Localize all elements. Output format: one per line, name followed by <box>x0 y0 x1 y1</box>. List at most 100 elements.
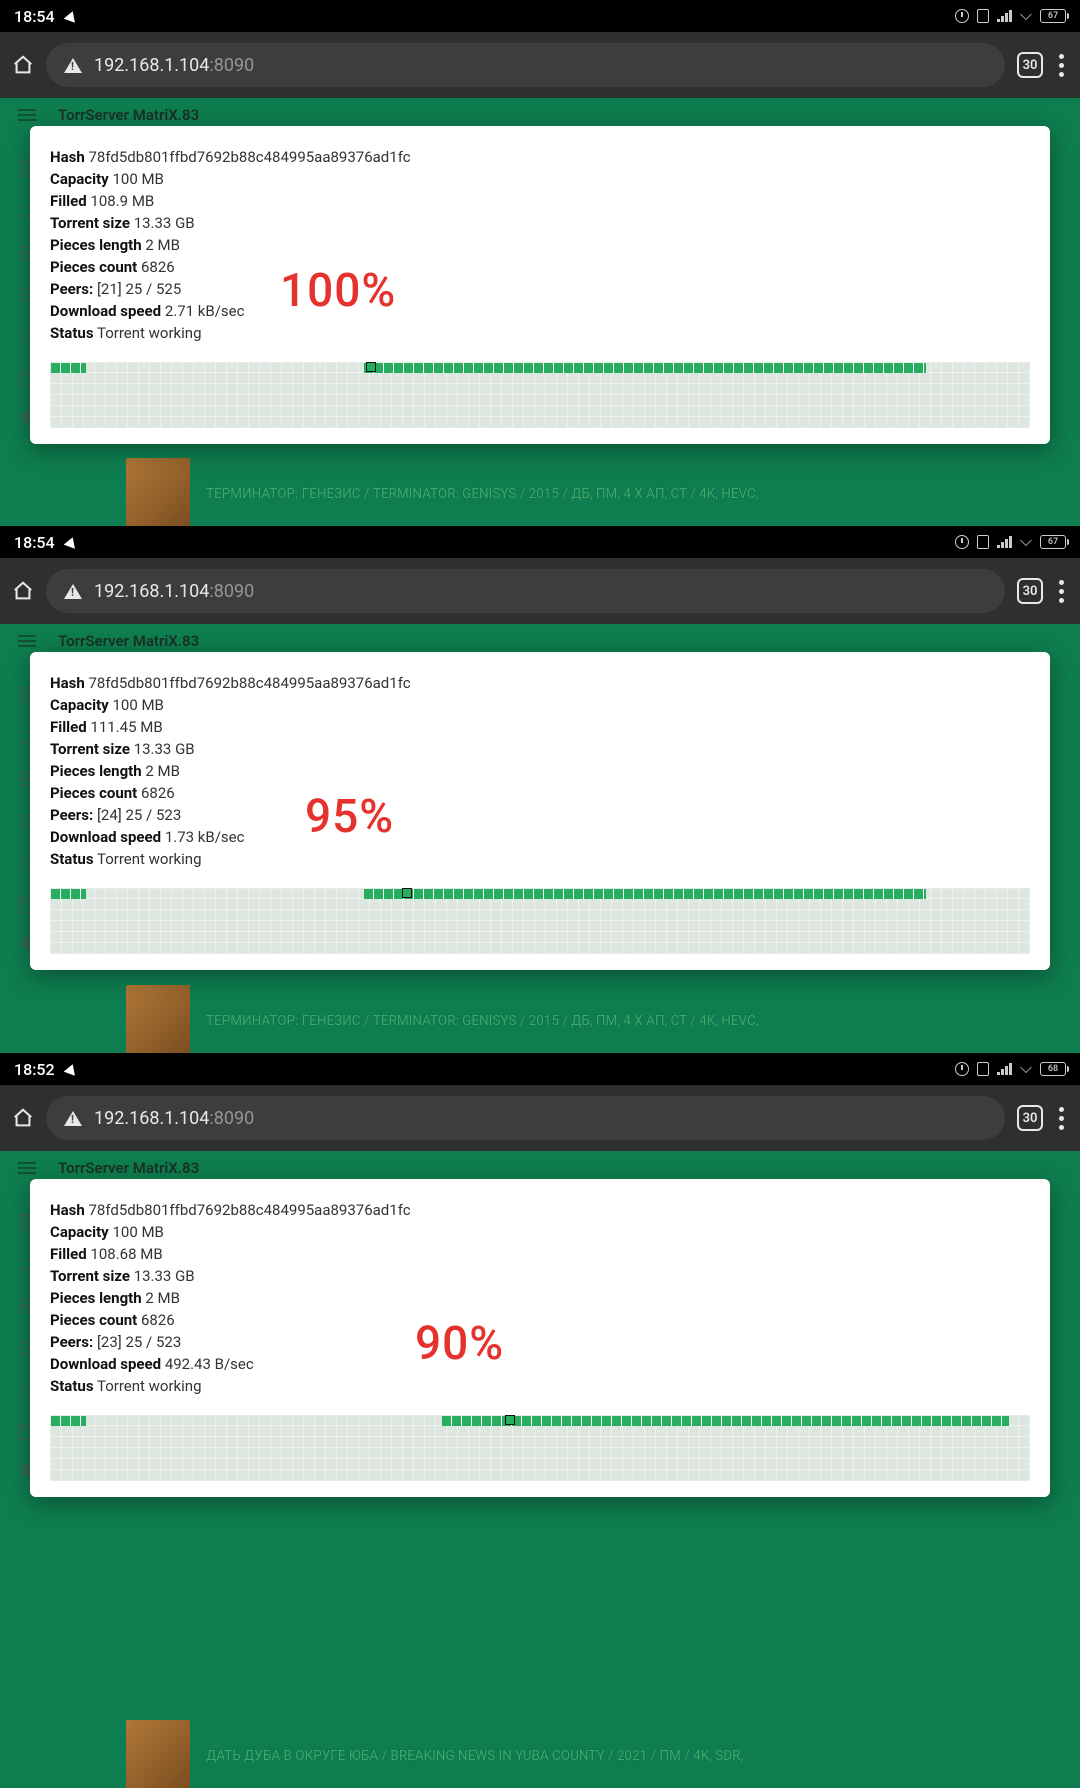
stat-download-speed: 2.71 kB/sec <box>165 302 245 320</box>
url-port: :8090 <box>209 55 254 76</box>
home-icon[interactable] <box>12 580 34 602</box>
stat-size: 13.33 GB <box>134 740 195 758</box>
screenshot-panel: 18:52 ⌵ 68 192.168.1.104:8090 30 <box>0 1053 1080 1788</box>
read-position-marker <box>402 888 412 898</box>
stat-pieces-length: 2 MB <box>145 1289 180 1307</box>
torrent-row[interactable]: ТЕРМИНАТОР: ГЕНЕЗИС / TERMINATOR: GENISY… <box>0 458 1080 526</box>
status-time: 18:54 <box>14 533 55 552</box>
stat-pieces-count: 6826 <box>141 1311 175 1329</box>
pieces-main-chunk <box>364 889 926 899</box>
stat-download-speed: 492.43 B/sec <box>165 1355 254 1373</box>
url-host: 192.168.1.104 <box>94 55 209 76</box>
torrent-stats: Hash 78fd5db801ffbd7692b88c484995aa89376… <box>50 672 1030 870</box>
stat-status: Torrent working <box>97 1377 202 1395</box>
alarm-icon <box>955 9 969 23</box>
torrent-title: ТЕРМИНАТОР: ГЕНЕЗИС / TERMINATOR: GENISY… <box>206 1013 759 1029</box>
telegram-icon <box>65 537 77 547</box>
stat-pieces-count: 6826 <box>141 784 175 802</box>
stat-capacity: 100 MB <box>112 696 163 714</box>
stat-filled: 111.45 MB <box>90 718 162 736</box>
url-port: :8090 <box>209 581 254 602</box>
app-header: TorrServer MatriX.83 <box>0 624 1080 652</box>
wifi-icon: ⌵ <box>1020 7 1032 25</box>
wifi-icon: ⌵ <box>1020 533 1032 551</box>
signal-icon <box>997 10 1012 22</box>
pieces-main-chunk <box>364 363 926 373</box>
stat-status: Torrent working <box>97 324 202 342</box>
insecure-icon <box>64 584 82 599</box>
progress-percent-label: 100% <box>280 264 396 318</box>
android-status-bar: 18:52 ⌵ 68 <box>0 1053 1080 1085</box>
insecure-icon <box>64 58 82 73</box>
tab-count-button[interactable]: 30 <box>1017 52 1043 78</box>
app-title: TorrServer MatriX.83 <box>58 1159 199 1177</box>
stat-filled: 108.68 MB <box>90 1245 162 1263</box>
battery-icon: 68 <box>1040 1062 1066 1076</box>
menu-icon[interactable] <box>1055 580 1068 603</box>
tab-count-button[interactable]: 30 <box>1017 1105 1043 1131</box>
pieces-track <box>50 1415 1030 1481</box>
pieces-track <box>50 362 1030 428</box>
url-host: 192.168.1.104 <box>94 581 209 602</box>
sim-icon <box>977 9 989 23</box>
stat-size: 13.33 GB <box>134 1267 195 1285</box>
read-position-marker <box>505 1415 515 1425</box>
hamburger-icon[interactable] <box>18 109 36 121</box>
wifi-icon: ⌵ <box>1020 1060 1032 1078</box>
torrent-stats: Hash 78fd5db801ffbd7692b88c484995aa89376… <box>50 1199 1030 1397</box>
home-icon[interactable] <box>12 54 34 76</box>
stat-peers: [21] 25 / 525 <box>97 280 181 298</box>
torrent-info-dialog: Hash 78fd5db801ffbd7692b88c484995aa89376… <box>30 1179 1050 1497</box>
stat-capacity: 100 MB <box>112 170 163 188</box>
status-time: 18:52 <box>14 1060 55 1079</box>
stat-pieces-length: 2 MB <box>145 236 180 254</box>
sim-icon <box>977 1062 989 1076</box>
battery-icon: 67 <box>1040 9 1066 23</box>
url-bar[interactable]: 192.168.1.104:8090 <box>46 569 1005 613</box>
url-bar[interactable]: 192.168.1.104:8090 <box>46 1096 1005 1140</box>
app-viewport: TorrServer MatriX.83 ТЕРМИНАТОР: ГЕНЕЗИС… <box>0 98 1080 526</box>
status-time: 18:54 <box>14 7 55 26</box>
torrent-info-dialog: Hash 78fd5db801ffbd7692b88c484995aa89376… <box>30 126 1050 444</box>
telegram-icon <box>65 1064 77 1074</box>
insecure-icon <box>64 1111 82 1126</box>
signal-icon <box>997 536 1012 548</box>
app-viewport: TorrServer MatriX.83 ТЕРМИНАТОР: ГЕНЕЗИС… <box>0 624 1080 1053</box>
screenshot-panel: 18:54 ⌵ 67 192.168.1.104:8090 30 <box>0 526 1080 1053</box>
pieces-main-chunk <box>442 1416 1009 1426</box>
torrent-row[interactable]: ТЕРМИНАТОР: ГЕНЕЗИС / TERMINATOR: GENISY… <box>0 985 1080 1053</box>
app-header: TorrServer MatriX.83 <box>0 1151 1080 1179</box>
pieces-preload-chunk <box>51 889 86 899</box>
app-title: TorrServer MatriX.83 <box>58 106 199 124</box>
stat-hash: 78fd5db801ffbd7692b88c484995aa89376ad1fc <box>88 1201 410 1219</box>
app-viewport: TorrServer MatriX.83 ДАТЬ ДУБА В ОКРУГЕ … <box>0 1151 1080 1788</box>
pieces-preload-chunk <box>51 363 86 373</box>
browser-toolbar: 192.168.1.104:8090 30 <box>0 32 1080 98</box>
android-status-bar: 18:54 ⌵ 67 <box>0 0 1080 32</box>
stat-filled: 108.9 MB <box>90 192 154 210</box>
tab-count-button[interactable]: 30 <box>1017 578 1043 604</box>
pieces-preload-chunk <box>51 1416 86 1426</box>
battery-icon: 67 <box>1040 535 1066 549</box>
telegram-icon <box>65 11 77 21</box>
alarm-icon <box>955 535 969 549</box>
torrent-title: ДАТЬ ДУБА В ОКРУГЕ ЮБА / BREAKING NEWS I… <box>206 1748 743 1764</box>
torrent-row[interactable]: ДАТЬ ДУБА В ОКРУГЕ ЮБА / BREAKING NEWS I… <box>0 1720 1080 1788</box>
torrent-info-dialog: Hash 78fd5db801ffbd7692b88c484995aa89376… <box>30 652 1050 970</box>
progress-percent-label: 90% <box>415 1317 504 1371</box>
signal-icon <box>997 1063 1012 1075</box>
menu-icon[interactable] <box>1055 54 1068 77</box>
hamburger-icon[interactable] <box>18 1162 36 1174</box>
torrent-stats: Hash 78fd5db801ffbd7692b88c484995aa89376… <box>50 146 1030 344</box>
stat-capacity: 100 MB <box>112 1223 163 1241</box>
pieces-track <box>50 888 1030 954</box>
hamburger-icon[interactable] <box>18 635 36 647</box>
read-position-marker <box>366 362 376 372</box>
home-icon[interactable] <box>12 1107 34 1129</box>
menu-icon[interactable] <box>1055 1107 1068 1130</box>
url-bar[interactable]: 192.168.1.104:8090 <box>46 43 1005 87</box>
browser-toolbar: 192.168.1.104:8090 30 <box>0 558 1080 624</box>
torrent-title: ТЕРМИНАТОР: ГЕНЕЗИС / TERMINATOR: GENISY… <box>206 486 759 502</box>
stat-pieces-length: 2 MB <box>145 762 180 780</box>
url-host: 192.168.1.104 <box>94 1108 209 1129</box>
